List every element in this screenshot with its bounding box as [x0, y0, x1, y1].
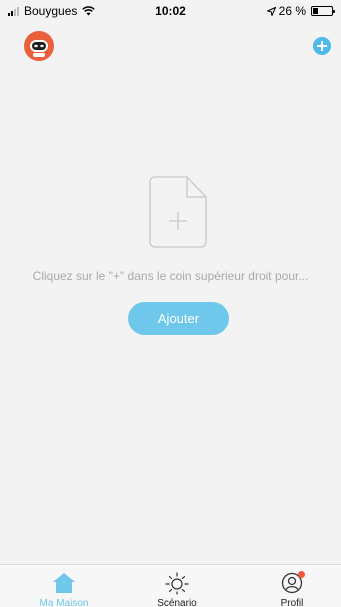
battery-percent: 26 % — [278, 4, 306, 18]
sun-icon — [165, 572, 189, 595]
user-icon — [281, 571, 305, 594]
status-bar: Bouygues 10:02 26 % — [0, 0, 341, 22]
tab-bar: Ma Maison Scénario Profil — [0, 564, 341, 607]
battery-fill — [313, 8, 318, 14]
tab-label: Scénario — [157, 598, 197, 607]
add-button[interactable]: Ajouter — [128, 302, 229, 335]
home-icon — [52, 572, 76, 594]
robot-avatar-icon — [30, 40, 48, 57]
tab-label: Ma Maison — [39, 598, 89, 607]
status-right: 26 % — [266, 4, 335, 18]
notification-dot — [298, 571, 305, 578]
location-arrow-icon — [266, 6, 276, 16]
tab-scenario[interactable]: Scénario — [137, 565, 217, 607]
tab-profil[interactable]: Profil — [252, 565, 332, 607]
empty-state-message: Cliquez sur le "+" dans le coin supérieu… — [32, 269, 309, 283]
tab-ma-maison[interactable]: Ma Maison — [24, 565, 104, 607]
avatar[interactable] — [24, 31, 54, 61]
add-device-button[interactable] — [313, 37, 331, 55]
tab-label: Profil — [280, 598, 304, 607]
battery-icon — [311, 6, 335, 16]
add-file-icon — [149, 176, 207, 248]
